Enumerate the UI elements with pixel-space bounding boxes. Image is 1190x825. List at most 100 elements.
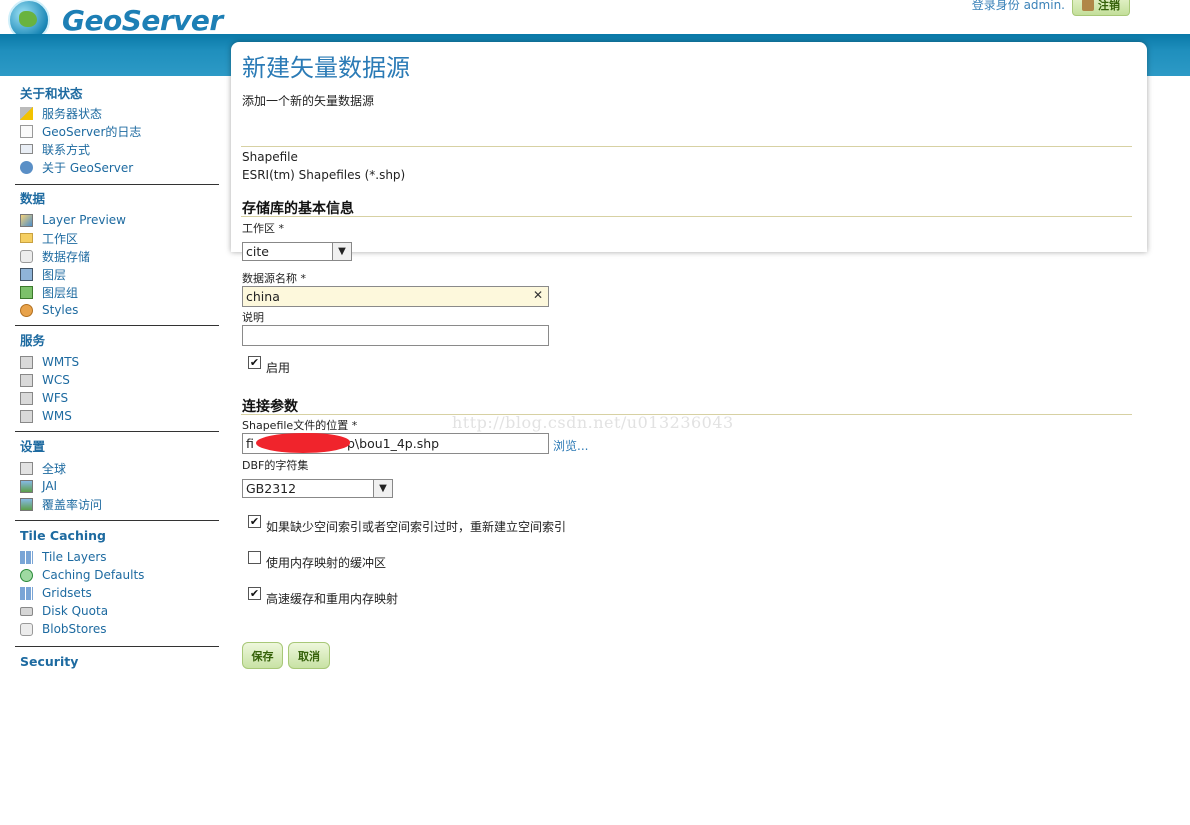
sidebar-section-about: 关于和状态 服务器状态 GeoServer的日志 联系方式 关于 GeoServ… (20, 84, 219, 176)
sidebar-section-tile-caching: Tile Caching Tile Layers Caching Default… (20, 526, 219, 638)
sidebar-section-title: Security (20, 654, 79, 669)
sidebar-item-logs[interactable]: GeoServer的日志 (20, 122, 219, 140)
top-header: GeoServer 登录身份 admin. 注销 (0, 0, 1190, 41)
page-description: 添加一个新的矢量数据源 (242, 94, 375, 108)
clear-icon[interactable]: ✕ (533, 288, 543, 302)
help-icon (20, 160, 33, 174)
sidebar-item-stores[interactable]: 数据存储 (20, 247, 219, 265)
grid-icon (20, 550, 33, 564)
shapefile-location-suffix: p\bou1_4p.shp (347, 436, 440, 451)
globe-grid-icon (20, 568, 33, 582)
browse-link[interactable]: 浏览... (553, 437, 588, 454)
shapefile-location-label: Shapefile文件的位置 * (242, 419, 358, 432)
sidebar-divider (15, 325, 219, 326)
sidebar-item-wfs[interactable]: WFS (20, 389, 219, 407)
description-label: 说明 (242, 311, 264, 324)
divider (241, 216, 1132, 217)
sidebar-item-workspaces[interactable]: 工作区 (20, 229, 219, 247)
connection-params-heading: 连接参数 (242, 399, 298, 415)
sidebar-item-layer-groups[interactable]: 图层组 (20, 283, 219, 301)
sidebar-divider (15, 520, 219, 521)
chevron-down-icon[interactable]: ▼ (373, 480, 392, 497)
watermark: http://blog.csdn.net/u013236043 (452, 413, 734, 432)
cancel-button[interactable]: 取消 (288, 642, 330, 669)
enabled-checkbox[interactable]: ✔ (248, 356, 261, 369)
sidebar-section-title: 关于和状态 (20, 86, 83, 101)
workspace-value: cite (246, 244, 269, 259)
cache-memory-maps-checkbox[interactable]: ✔ (248, 587, 261, 600)
layer-icon (20, 267, 33, 281)
sidebar-item-layers[interactable]: 图层 (20, 265, 219, 283)
sidebar-section-security[interactable]: Security (20, 652, 219, 672)
memory-mapped-buffer-checkbox[interactable] (248, 551, 261, 564)
chevron-down-icon[interactable]: ▼ (332, 243, 351, 260)
workspace-select[interactable]: cite ▼ (242, 242, 352, 261)
logout-button[interactable]: 注销 (1072, 0, 1130, 16)
memory-mapped-buffer-label: 使用内存映射的缓冲区 (266, 556, 387, 570)
layer-preview-icon (20, 213, 33, 227)
page-title: 新建矢量数据源 (242, 54, 410, 82)
service-icon (20, 355, 33, 369)
store-name-value: china (246, 289, 280, 304)
sidebar-divider (15, 184, 219, 185)
logout-icon (1082, 0, 1094, 11)
sidebar-item-gridsets[interactable]: Gridsets (20, 584, 219, 602)
login-status: 登录身份 admin. (971, 0, 1065, 12)
sidebar-item-wcs[interactable]: WCS (20, 371, 219, 389)
database-icon (20, 622, 33, 636)
sidebar-item-global[interactable]: 全球 (20, 459, 219, 477)
service-icon (20, 373, 33, 387)
store-name-label: 数据源名称 * (242, 272, 306, 285)
description-input[interactable] (242, 325, 549, 346)
sidebar-section-services: 服务 WMTS WCS WFS WMS (20, 331, 219, 425)
dbf-charset-select[interactable]: GB2312 ▼ (242, 479, 393, 498)
sidebar-item-disk-quota[interactable]: Disk Quota (20, 602, 219, 620)
divider (241, 146, 1132, 147)
sidebar-section-title: 设置 (20, 439, 46, 454)
store-type: Shapefile (242, 150, 298, 164)
basic-info-heading: 存储库的基本信息 (242, 201, 354, 217)
logout-label: 注销 (1098, 0, 1120, 12)
layer-group-icon (20, 285, 33, 299)
disk-icon (20, 606, 33, 616)
grid-icon (20, 586, 33, 600)
sidebar-section-settings: 设置 全球 JAI 覆盖率访问 (20, 437, 219, 513)
sidebar-item-tile-layers[interactable]: Tile Layers (20, 548, 219, 566)
store-name-input[interactable]: china ✕ (242, 286, 549, 307)
sidebar-item-blobstores[interactable]: BlobStores (20, 620, 219, 638)
sidebar-item-styles[interactable]: Styles (20, 301, 219, 319)
contact-card-icon (20, 144, 33, 154)
enabled-label: 启用 (266, 361, 291, 375)
sidebar-item-caching-defaults[interactable]: Caching Defaults (20, 566, 219, 584)
document-icon (20, 124, 33, 138)
workspace-label: 工作区 * (242, 222, 284, 235)
sidebar-item-coverage-access[interactable]: 覆盖率访问 (20, 495, 219, 513)
rebuild-index-checkbox[interactable]: ✔ (248, 515, 261, 528)
save-button[interactable]: 保存 (242, 642, 283, 669)
server-icon (20, 461, 33, 475)
rebuild-index-label: 如果缺少空间索引或者空间索引过时，重新建立空间索引 (266, 520, 567, 534)
sidebar-section-title: 服务 (20, 333, 46, 348)
sidebar-section-title: 数据 (20, 191, 46, 206)
sidebar-divider (15, 646, 219, 647)
sidebar-section-data: 数据 Layer Preview 工作区 数据存储 图层 图层组 Styles (20, 189, 219, 319)
cache-memory-maps-label: 高速缓存和重用内存映射 (266, 592, 399, 606)
image-icon (20, 497, 33, 511)
palette-icon (20, 303, 33, 317)
folder-icon (20, 233, 33, 243)
sidebar: 关于和状态 服务器状态 GeoServer的日志 联系方式 关于 GeoServ… (0, 80, 225, 672)
service-icon (20, 391, 33, 405)
service-icon (20, 409, 33, 423)
sidebar-item-wms[interactable]: WMS (20, 407, 219, 425)
sidebar-item-jai[interactable]: JAI (20, 477, 219, 495)
store-type-description: ESRI(tm) Shapefiles (*.shp) (242, 168, 406, 182)
sidebar-item-layer-preview[interactable]: Layer Preview (20, 211, 219, 229)
sidebar-item-contact[interactable]: 联系方式 (20, 140, 219, 158)
shapefile-location-prefix: fi (246, 436, 254, 451)
database-icon (20, 249, 33, 263)
sidebar-item-server-status[interactable]: 服务器状态 (20, 104, 219, 122)
logo-text: GeoServer (62, 3, 223, 37)
sidebar-item-wmts[interactable]: WMTS (20, 353, 219, 371)
sidebar-section-title: Tile Caching (20, 528, 106, 543)
sidebar-item-about[interactable]: 关于 GeoServer (20, 158, 219, 176)
